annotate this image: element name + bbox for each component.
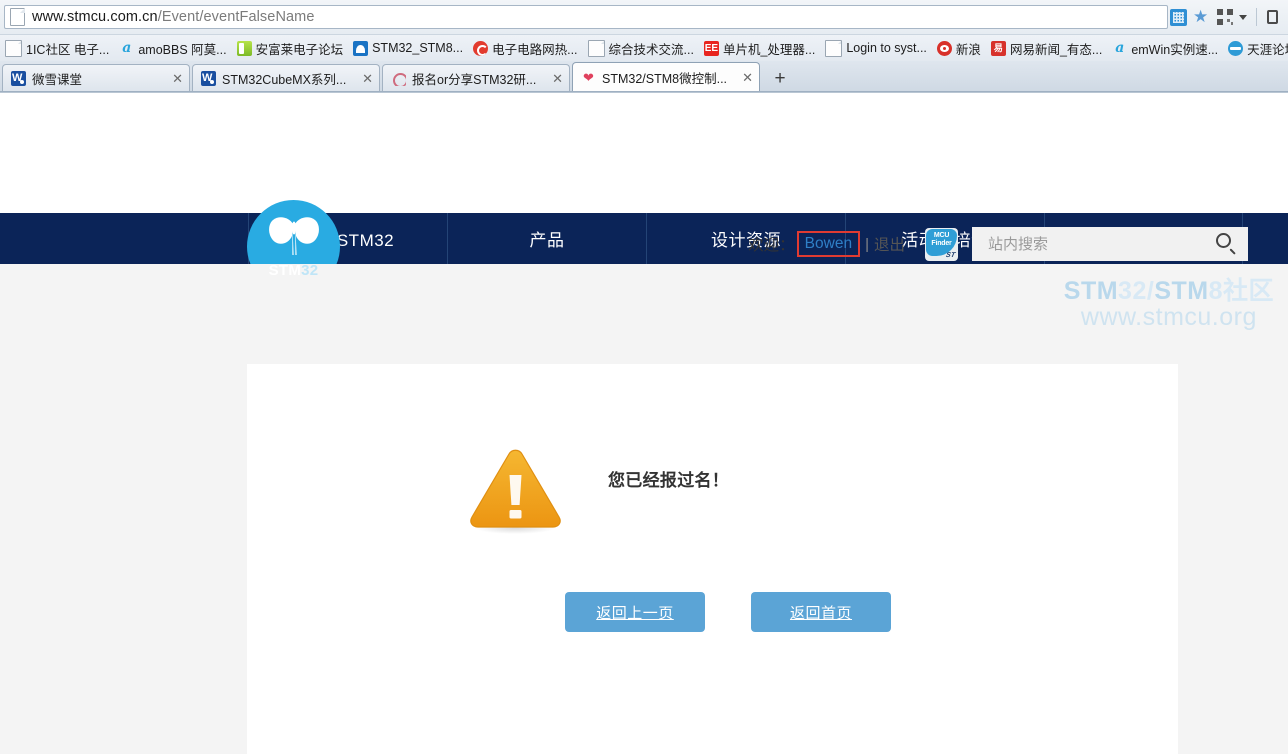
url-path: /Event/eventFalseName xyxy=(157,9,315,25)
netease-icon: 易 xyxy=(990,40,1006,56)
header-separator: | xyxy=(865,235,869,253)
status-message: 您已经报过名！ xyxy=(608,471,730,490)
address-bar-row: www.stmcu.com.cn/Event/eventFalseName ★ xyxy=(0,0,1288,34)
bookmark-label: 电子电路网热... xyxy=(492,42,578,57)
page-document-icon xyxy=(10,8,25,26)
bookmark-label: 单片机_处理器... xyxy=(722,42,816,57)
tab-close-icon[interactable]: ✕ xyxy=(552,72,563,85)
browser-menu-icon[interactable] xyxy=(1266,10,1280,24)
doc-icon xyxy=(587,39,605,57)
url-text: www.stmcu.com.cn/Event/eventFalseName xyxy=(32,9,315,25)
mcu-finder-line1: MCU xyxy=(933,231,950,239)
bookmark-item[interactable]: 新浪 xyxy=(932,38,986,58)
bookmark-item[interactable]: EE 单片机_处理器... xyxy=(699,38,820,58)
bookmark-label: 安富莱电子论坛 xyxy=(255,42,344,57)
page-viewport: STM32 欢迎： Bowen | 退出 MCUFinder ST 关于STM3… xyxy=(0,93,1288,754)
site-search xyxy=(972,227,1248,261)
back-button[interactable]: 返回上一页 xyxy=(565,592,705,632)
bookmark-label: 1IC社区 电子... xyxy=(26,42,110,57)
tab-weixue[interactable]: 微雪课堂 ✕ xyxy=(2,64,190,91)
amobbs-icon: a xyxy=(1115,40,1125,56)
message-row: 您已经报过名！ xyxy=(247,364,1178,535)
address-bar[interactable]: www.stmcu.com.cn/Event/eventFalseName xyxy=(4,5,1168,29)
qrcode-icon[interactable] xyxy=(1217,9,1233,25)
warning-triangle-icon xyxy=(468,447,563,535)
bookmark-label: emWin实例速... xyxy=(1131,42,1219,57)
mcu-finder-icon[interactable]: MCU Finder ST xyxy=(925,227,958,261)
nav-item-products[interactable]: 产品 xyxy=(447,213,646,264)
action-button-row: 返回上一页 返回首页 xyxy=(247,592,1178,632)
bookmark-label: Login to syst... xyxy=(846,41,927,55)
welcome-label: 欢迎： xyxy=(748,237,795,254)
search-input[interactable] xyxy=(986,234,1214,254)
logo-text: STM32 xyxy=(268,262,319,279)
watermark-line-2: www.stmcu.org xyxy=(1080,303,1257,332)
flower-icon xyxy=(391,71,406,86)
bookmark-item[interactable]: 易网易新闻_有态... xyxy=(986,38,1107,58)
bookmark-item[interactable]: 1IC社区 电子... xyxy=(0,38,114,58)
bookmark-label: 新浪 xyxy=(955,42,981,57)
tab-stmcu-active[interactable]: ❤ STM32/STM8微控制... ✕ xyxy=(572,62,760,91)
header-user-area: 欢迎： Bowen | 退出 MCU Finder ST xyxy=(748,227,1248,261)
bookmark-item[interactable]: STM32_STM8... xyxy=(348,38,468,58)
heart-icon: ❤ xyxy=(583,69,594,85)
toolbar-divider xyxy=(1256,8,1257,26)
weixue-icon xyxy=(11,70,26,86)
bookmark-item[interactable]: 综合技术交流... xyxy=(583,38,699,58)
tianya-icon xyxy=(1228,40,1244,56)
stmcu-icon xyxy=(353,40,369,56)
bookmark-item[interactable]: a emWin实例速... xyxy=(1107,38,1223,58)
tab-strip: 微雪课堂 ✕ STM32CubeMX系列... ✕ 报名or分享STM32研..… xyxy=(0,61,1288,92)
user-name-highlight[interactable]: Bowen xyxy=(796,230,861,258)
bookmark-item[interactable]: Login to syst... xyxy=(820,38,932,58)
doc-icon xyxy=(825,39,843,57)
main-content: STM32/STM8社区 www.stmcu.org 您已经报过名！ 返回上一页… xyxy=(0,264,1288,754)
bookmark-item[interactable]: 天涯论坛_天涯... xyxy=(1223,38,1288,58)
bookmark-item[interactable]: 电子电路网热... xyxy=(468,38,582,58)
doc-icon xyxy=(5,39,22,57)
watermark-line-1: STM32/STM8社区 xyxy=(1063,277,1274,305)
search-icon[interactable] xyxy=(1214,232,1238,256)
tab-close-icon[interactable]: ✕ xyxy=(172,72,183,85)
bookmark-label: 天涯论坛_天涯... xyxy=(1247,42,1288,57)
browser-chrome: www.stmcu.com.cn/Event/eventFalseName ★ … xyxy=(0,0,1288,93)
amobbs-icon: a xyxy=(122,40,132,56)
new-tab-button[interactable]: + xyxy=(766,66,794,91)
nav-left-spacer xyxy=(0,213,248,264)
tab-close-icon[interactable]: ✕ xyxy=(362,72,373,85)
home-button[interactable]: 返回首页 xyxy=(751,592,891,632)
st-logo-icon: ST xyxy=(945,251,956,259)
bookmark-label: 网易新闻_有态... xyxy=(1009,42,1103,57)
bookmark-item[interactable]: a amoBBS 阿莫... xyxy=(114,38,231,58)
url-host: www.stmcu.com.cn xyxy=(32,9,158,25)
logout-link[interactable]: 退出 xyxy=(874,233,905,255)
tab-close-icon[interactable]: ✕ xyxy=(742,71,753,84)
butterfly-icon xyxy=(268,217,319,255)
bookmark-star-icon[interactable]: ★ xyxy=(1193,8,1211,26)
tab-title: STM32/STM8微控制... xyxy=(602,71,728,86)
user-name: Bowen xyxy=(804,234,853,252)
sina-icon xyxy=(936,40,952,56)
extension-icon[interactable] xyxy=(1170,8,1187,26)
bookmark-label: STM32_STM8... xyxy=(372,41,464,55)
tab-stm32cubemx[interactable]: STM32CubeMX系列... ✕ xyxy=(192,64,380,91)
mcu-finder-line2: Finder xyxy=(931,239,952,247)
address-bar-icons: ★ xyxy=(1170,8,1284,26)
eeworld-icon: EE xyxy=(703,40,719,56)
content-panel: 您已经报过名！ 返回上一页 返回首页 xyxy=(247,364,1178,754)
dzdl-icon xyxy=(473,40,489,56)
site-watermark: STM32/STM8社区 www.stmcu.org xyxy=(1064,278,1274,331)
tab-title: STM32CubeMX系列... xyxy=(222,72,347,87)
weixue-icon xyxy=(201,70,216,86)
bookmark-item[interactable]: 安富莱电子论坛 xyxy=(232,38,349,58)
tab-baoming[interactable]: 报名or分享STM32研... ✕ xyxy=(382,64,570,91)
qrcode-dropdown-icon[interactable] xyxy=(1239,14,1247,20)
tab-title: 报名or分享STM32研... xyxy=(412,72,537,87)
bookmarks-bar: 1IC社区 电子... a amoBBS 阿莫... 安富莱电子论坛 STM32_… xyxy=(0,34,1288,61)
site-header: STM32 欢迎： Bowen | 退出 MCU Finder ST xyxy=(0,93,1288,293)
armfly-icon xyxy=(236,40,252,56)
bookmark-label: amoBBS 阿莫... xyxy=(138,42,227,57)
tab-title: 微雪课堂 xyxy=(32,72,83,87)
bookmark-label: 综合技术交流... xyxy=(608,42,694,57)
